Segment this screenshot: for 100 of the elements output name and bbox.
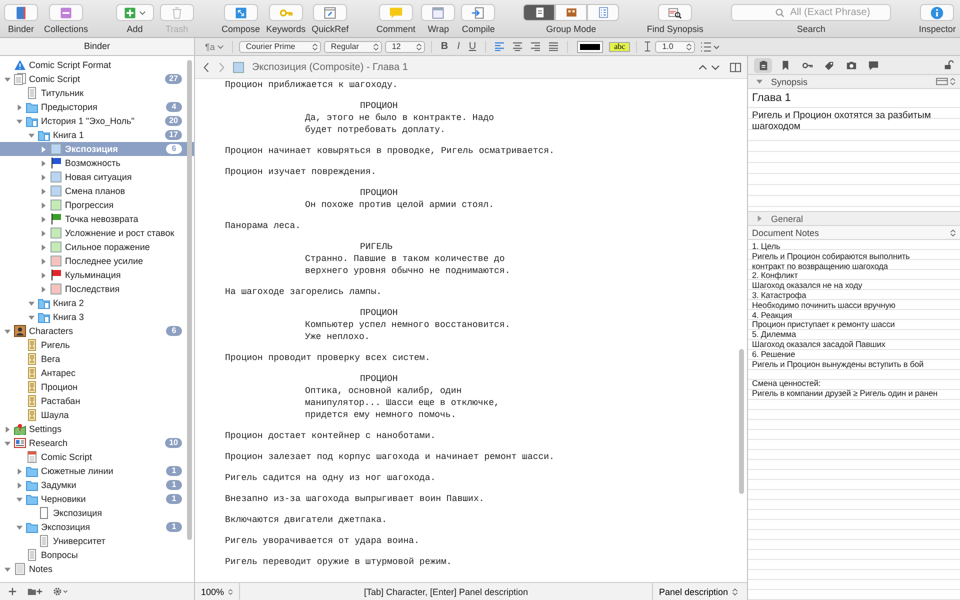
binder-item[interactable]: Точка невозврата [0, 212, 194, 226]
gear-icon[interactable] [53, 587, 69, 596]
binder-item[interactable]: Вопросы [0, 548, 194, 562]
disclosure-triangle-icon[interactable] [40, 174, 46, 180]
toolbar-button[interactable]: Compose [222, 4, 260, 37]
disclosure-triangle-icon[interactable] [756, 215, 763, 222]
binder-item[interactable]: Черновики 1 [0, 492, 194, 506]
binder-item[interactable]: Книга 3 [0, 310, 194, 324]
binder-item[interactable]: Последнее усилие [0, 254, 194, 268]
binder-item[interactable]: Вега [0, 352, 194, 366]
binder-item[interactable]: Кульминация [0, 268, 194, 282]
list-button[interactable] [698, 42, 722, 52]
line-spacing-field[interactable]: 1.0 [655, 40, 696, 52]
binder-item[interactable]: Новая ситуация [0, 170, 194, 184]
binder-item[interactable]: Предыстория 4 [0, 100, 194, 114]
disclosure-triangle-icon[interactable] [40, 160, 46, 166]
binder-item[interactable]: Comic Script Format [0, 58, 194, 72]
binder-item[interactable]: Сюжетные линии 1 [0, 464, 194, 478]
stepper-icon[interactable] [950, 228, 956, 236]
disclosure-triangle-icon[interactable] [40, 146, 46, 152]
font-dropdown[interactable]: Courier Prime [238, 40, 321, 52]
binder-item[interactable]: Процион [0, 380, 194, 394]
binder-item[interactable]: Антарес [0, 366, 194, 380]
binder-item[interactable]: Ригель [0, 338, 194, 352]
disclosure-triangle-icon[interactable] [40, 216, 46, 222]
disclosure-triangle-icon[interactable] [28, 314, 34, 320]
disclosure-triangle-icon[interactable] [4, 76, 10, 82]
disclosure-triangle-icon[interactable] [40, 258, 46, 264]
view-toggle-icon[interactable] [936, 77, 956, 86]
disclosure-triangle-icon[interactable] [16, 524, 22, 530]
disclosure-triangle-icon[interactable] [28, 132, 34, 138]
text-style-button[interactable]: U [466, 41, 480, 52]
disclosure-triangle-icon[interactable] [4, 426, 10, 432]
paragraph-style-button[interactable]: ¶a [203, 42, 226, 52]
scrollbar[interactable] [739, 349, 744, 494]
highlight-button[interactable]: abc [609, 42, 630, 52]
binder-item[interactable]: Прогрессия [0, 198, 194, 212]
text-color-well[interactable] [578, 42, 602, 52]
binder-item[interactable]: Задумки 1 [0, 478, 194, 492]
disclosure-triangle-icon[interactable] [16, 496, 22, 502]
font-size-field[interactable]: 12 [384, 40, 425, 52]
disclosure-triangle-icon[interactable] [16, 482, 22, 488]
scrollbar[interactable] [187, 60, 192, 540]
view-mode-button[interactable] [587, 4, 620, 21]
binder-item[interactable]: Последствия [0, 282, 194, 296]
binder-item[interactable]: Экспозиция [0, 506, 194, 520]
binder-item[interactable]: Книга 2 [0, 296, 194, 310]
font-weight-dropdown[interactable]: Regular [324, 40, 382, 52]
binder-item[interactable]: Notes [0, 562, 194, 576]
search-field[interactable]: All (Exact Phrase) [731, 4, 892, 21]
binder-item[interactable]: Возможность [0, 156, 194, 170]
toolbar-button[interactable]: QuickRef [312, 4, 349, 37]
disclosure-triangle-icon[interactable] [28, 300, 34, 306]
forward-icon[interactable] [218, 62, 225, 72]
toolbar-button[interactable]: Keywords [266, 4, 306, 37]
binder-item[interactable]: Усложнение и рост ставок [0, 226, 194, 240]
binder-item[interactable]: История 1 "Эхо_Ноль" 20 [0, 114, 194, 128]
binder-item[interactable]: Растабан [0, 394, 194, 408]
binder-item[interactable]: Титульник [0, 86, 194, 100]
new-folder-icon[interactable] [27, 587, 43, 596]
lock-icon[interactable] [944, 60, 954, 70]
binder-item[interactable]: Книга 1 17 [0, 128, 194, 142]
toolbar-button[interactable]: Find Synopsis [646, 4, 704, 37]
binder-item[interactable]: Шаула [0, 408, 194, 422]
text-style-button[interactable]: I [454, 41, 463, 52]
binder-item[interactable]: Университет [0, 534, 194, 548]
disclosure-triangle-icon[interactable] [16, 468, 22, 474]
disclosure-triangle-icon[interactable] [40, 202, 46, 208]
disclosure-triangle-icon[interactable] [40, 188, 46, 194]
back-icon[interactable] [203, 62, 210, 72]
script-element-dropdown[interactable]: Panel description [652, 583, 747, 600]
disclosure-triangle-icon[interactable] [40, 286, 46, 292]
binder-item[interactable]: Comic Script [0, 450, 194, 464]
binder-item[interactable]: Экспозиция 1 [0, 520, 194, 534]
disclosure-triangle-icon[interactable] [4, 566, 10, 572]
toolbar-button[interactable]: Comment [376, 4, 416, 37]
disclosure-triangle-icon[interactable] [756, 78, 763, 85]
inspector-tab[interactable] [754, 58, 772, 72]
view-mode-button[interactable] [555, 4, 588, 21]
binder-item[interactable]: Research 10 [0, 436, 194, 450]
toolbar-button[interactable]: Inspector [918, 4, 956, 37]
disclosure-triangle-icon[interactable] [40, 244, 46, 250]
disclosure-triangle-icon[interactable] [4, 328, 10, 334]
disclosure-triangle-icon[interactable] [16, 118, 22, 124]
disclosure-triangle-icon[interactable] [40, 230, 46, 236]
text-style-button[interactable]: B [438, 41, 452, 52]
split-view-icon[interactable] [730, 62, 741, 72]
binder-item[interactable]: Сильное поражение [0, 240, 194, 254]
binder-item[interactable]: Characters 6 [0, 324, 194, 338]
up-down-arrows-icon[interactable] [698, 62, 722, 72]
disclosure-triangle-icon[interactable] [16, 104, 22, 110]
plus-icon[interactable] [8, 587, 17, 596]
toolbar-button[interactable]: Collections [44, 4, 88, 37]
disclosure-triangle-icon[interactable] [40, 272, 46, 278]
view-mode-button[interactable] [523, 4, 556, 21]
binder-item[interactable]: Settings [0, 422, 194, 436]
binder-item[interactable]: Comic Script 27 [0, 72, 194, 86]
zoom-dropdown[interactable]: 100% [195, 583, 240, 600]
disclosure-triangle-icon[interactable] [4, 440, 10, 446]
binder-item[interactable]: Смена планов [0, 184, 194, 198]
